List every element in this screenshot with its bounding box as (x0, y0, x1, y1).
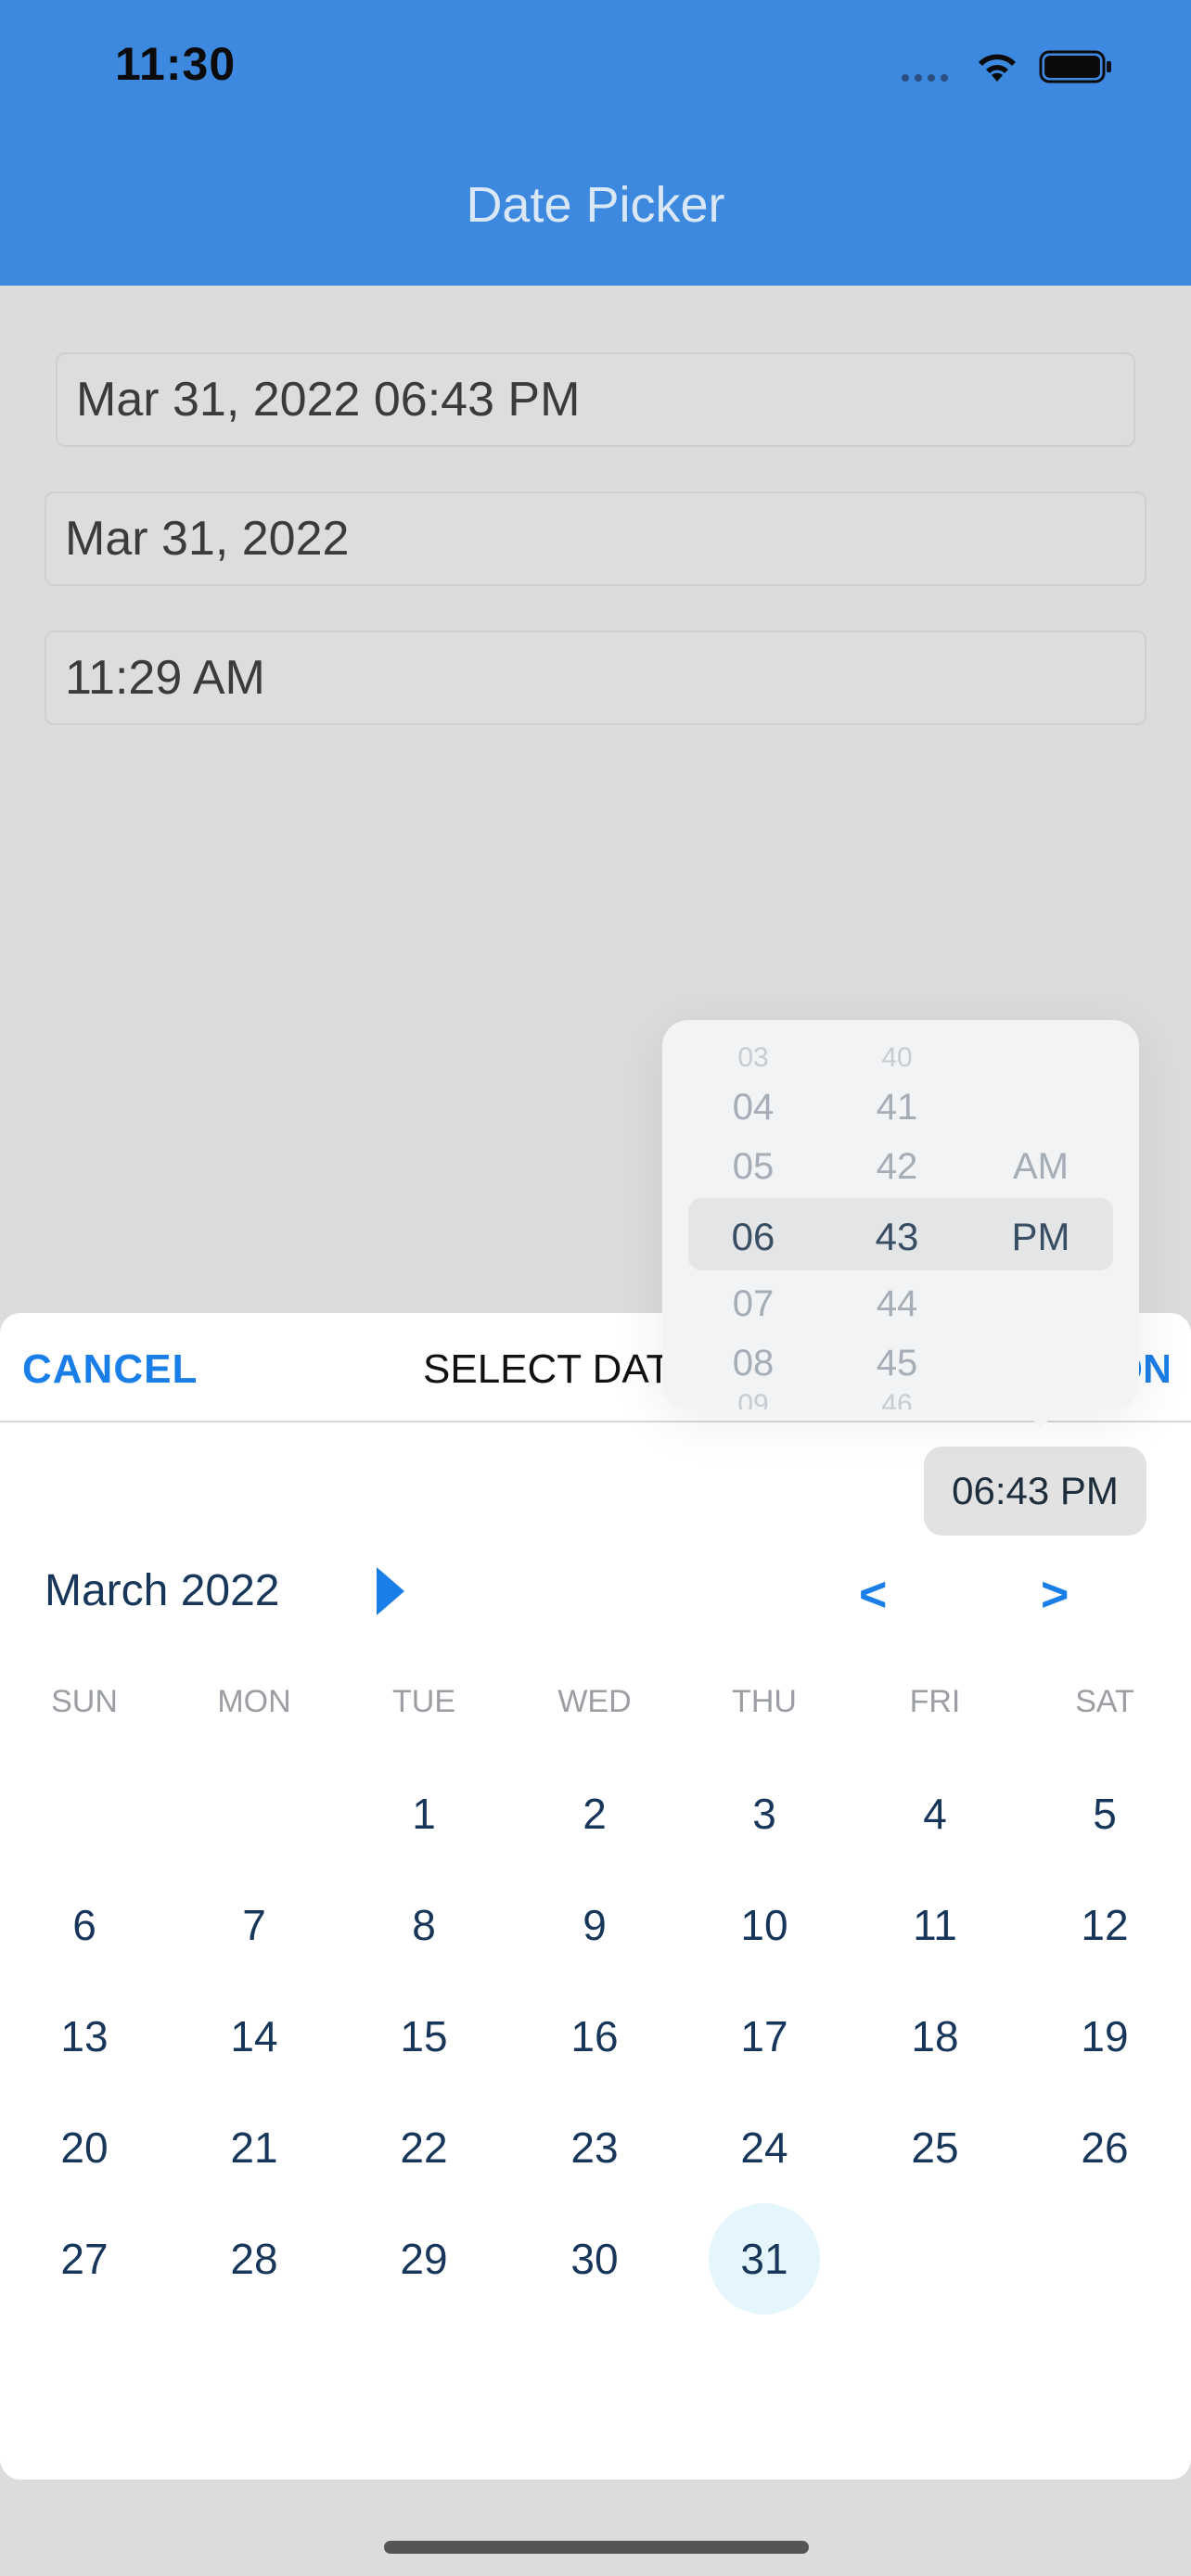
weekday-label: MON (217, 1684, 291, 1719)
time-field[interactable]: 11:29 AM (45, 631, 1146, 725)
time-wheel-popover: 03 04 05 06 07 08 09 40 41 42 43 44 45 46 AM PM (662, 1020, 1139, 1409)
minutes-wheel-item[interactable]: 43 (851, 1215, 943, 1259)
weekday-label: SUN (51, 1684, 118, 1719)
app-header: 11:30 Date Picker (0, 0, 1191, 286)
minutes-wheel-item[interactable]: 41 (851, 1087, 943, 1129)
calendar-day[interactable]: 18 (879, 1981, 991, 2092)
minutes-wheel-item[interactable]: 42 (851, 1146, 943, 1188)
previous-month-button[interactable]: < (859, 1567, 887, 1623)
page-title: Date Picker (466, 177, 725, 233)
calendar-day[interactable]: 14 (198, 1981, 310, 2092)
calendar-day[interactable]: 26 (1049, 2092, 1160, 2203)
cancel-button[interactable]: CANCEL (22, 1346, 198, 1393)
calendar-day[interactable]: 2 (539, 1758, 650, 1869)
time-button[interactable]: 06:43 PM (924, 1447, 1146, 1536)
calendar-day[interactable]: 1 (368, 1758, 480, 1869)
cellular-signal-icon (902, 74, 948, 82)
hours-wheel-item[interactable]: 05 (707, 1146, 800, 1188)
calendar-day[interactable]: 29 (368, 2203, 480, 2315)
calendar-day[interactable]: 30 (539, 2203, 650, 2315)
weekday-label: TUE (392, 1684, 455, 1719)
weekday-label: WED (557, 1684, 632, 1719)
popover-arrow (1017, 1404, 1065, 1428)
minutes-wheel-item[interactable]: 46 (851, 1389, 943, 1409)
calendar-day[interactable]: 15 (368, 1981, 480, 2092)
minutes-wheel-item[interactable]: 44 (851, 1283, 943, 1325)
hours-wheel-item[interactable]: 08 (707, 1343, 800, 1384)
calendar-day[interactable]: 19 (1049, 1981, 1160, 2092)
calendar-day[interactable]: 7 (198, 1869, 310, 1981)
calendar-day[interactable]: 17 (709, 1981, 820, 2092)
calendar-day-selected[interactable]: 31 (709, 2203, 820, 2315)
minutes-wheel-item[interactable]: 40 (851, 1042, 943, 1074)
next-month-button[interactable]: > (1041, 1567, 1069, 1623)
hours-wheel-item[interactable]: 07 (707, 1283, 800, 1325)
calendar-day[interactable]: 28 (198, 2203, 310, 2315)
wifi-icon (979, 54, 1016, 82)
weekday-label: FRI (909, 1684, 961, 1719)
calendar-day[interactable]: 5 (1049, 1758, 1160, 1869)
calendar-day[interactable]: 21 (198, 2092, 310, 2203)
calendar-day[interactable]: 16 (539, 1981, 650, 2092)
periods-wheel-item[interactable]: PM (994, 1215, 1087, 1259)
hours-wheel-item[interactable]: 04 (707, 1087, 800, 1129)
sheet-divider (0, 1421, 1191, 1422)
calendar-day[interactable]: 27 (29, 2203, 140, 2315)
sheet-title: SELECT DATE (423, 1346, 698, 1392)
minutes-wheel-item[interactable]: 45 (851, 1343, 943, 1384)
chevron-right-icon[interactable] (373, 1565, 406, 1617)
calendar-day[interactable]: 3 (709, 1758, 820, 1869)
calendar-day[interactable]: 13 (29, 1981, 140, 2092)
calendar-day[interactable]: 25 (879, 2092, 991, 2203)
calendar-day[interactable]: 11 (879, 1869, 991, 1981)
calendar-day[interactable]: 20 (29, 2092, 140, 2203)
calendar-day[interactable]: 23 (539, 2092, 650, 2203)
status-time: 11:30 (115, 38, 237, 90)
month-year-label[interactable]: March 2022 (45, 1565, 279, 1616)
calendar-day[interactable]: 8 (368, 1869, 480, 1981)
calendar-day[interactable]: 24 (709, 2092, 820, 2203)
calendar-day[interactable]: 4 (879, 1758, 991, 1869)
hours-wheel-item[interactable]: 03 (707, 1042, 800, 1074)
hours-wheel-item[interactable]: 06 (707, 1215, 800, 1259)
date-field[interactable]: Mar 31, 2022 (45, 491, 1146, 586)
calendar-day[interactable]: 6 (29, 1869, 140, 1981)
battery-icon (1039, 50, 1111, 83)
weekday-label: SAT (1075, 1684, 1134, 1719)
calendar-day[interactable]: 22 (368, 2092, 480, 2203)
hours-wheel-item[interactable]: 09 (707, 1389, 800, 1409)
home-indicator[interactable] (384, 2541, 809, 2554)
calendar-day[interactable]: 9 (539, 1869, 650, 1981)
datetime-field[interactable]: Mar 31, 2022 06:43 PM (56, 352, 1135, 447)
calendar-day[interactable]: 10 (709, 1869, 820, 1981)
periods-wheel-item[interactable]: AM (994, 1146, 1087, 1188)
calendar-day[interactable]: 12 (1049, 1869, 1160, 1981)
weekday-label: THU (732, 1684, 797, 1719)
